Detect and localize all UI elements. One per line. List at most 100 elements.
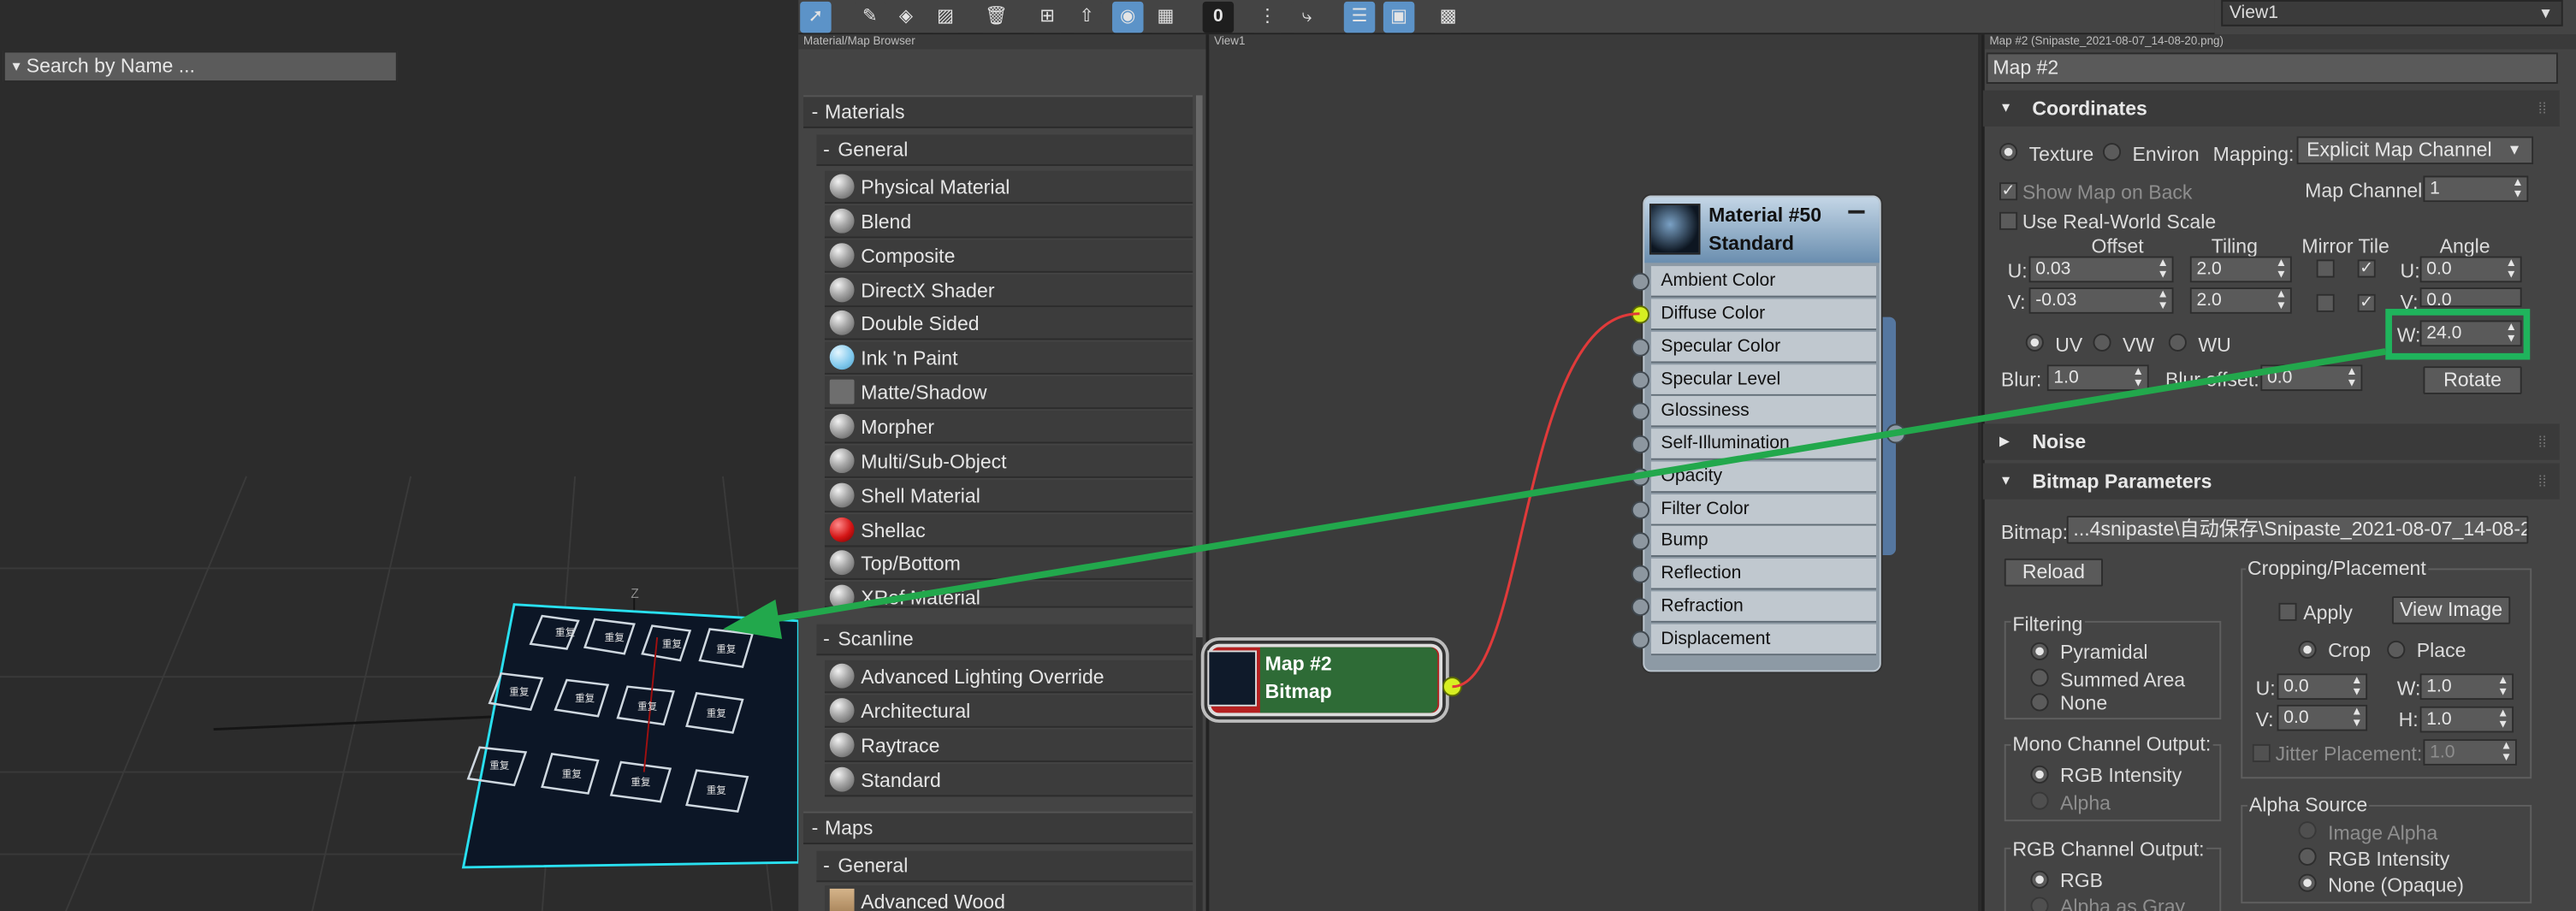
slot-displacement[interactable]: Displacement [1650, 624, 1876, 656]
list-item[interactable]: Ink 'n Paint [824, 341, 1193, 375]
slot-glossiness[interactable]: Glossiness [1650, 395, 1876, 428]
scrollbar-thumb[interactable] [1195, 95, 1203, 638]
background-icon[interactable]: ▦ [1150, 1, 1181, 33]
crop-h-spinner[interactable]: 1.0 ▲ ▼ [2419, 706, 2514, 733]
list-icon[interactable]: ☰ [1343, 1, 1376, 33]
spinner-arrows-icon[interactable]: ▲ ▼ [2133, 366, 2144, 389]
list-item[interactable]: Advanced Lighting Override [824, 660, 1193, 694]
alpha-as-gray-radio[interactable] [2030, 896, 2049, 911]
real-world-scale-checkbox[interactable] [1999, 211, 2018, 230]
list-item[interactable]: Standard [824, 763, 1193, 797]
output-socket[interactable] [1886, 423, 1906, 444]
slot-diffuse-color[interactable]: Diffuse Color [1650, 299, 1876, 330]
group-maps-general[interactable]: - General [816, 850, 1193, 883]
slot-specular-level[interactable]: Specular Level [1650, 364, 1876, 396]
jitter-checkbox[interactable] [2252, 743, 2271, 763]
list-item[interactable]: Double Sided [824, 307, 1193, 340]
rgb-intensity-radio[interactable] [2030, 765, 2049, 784]
input-socket[interactable] [1631, 435, 1649, 454]
category-materials[interactable]: - Materials [803, 95, 1193, 128]
none-radio[interactable] [2030, 693, 2049, 712]
input-socket[interactable] [1631, 338, 1649, 357]
input-socket[interactable] [1631, 370, 1649, 390]
blur-spinner[interactable]: 1.0 ▲ ▼ [2046, 364, 2149, 392]
list-item[interactable]: Morpher [824, 411, 1193, 444]
spinner-arrows-icon[interactable]: ▲ ▼ [2497, 708, 2508, 731]
u-angle-spinner[interactable]: 0.0 ▲ ▼ [2419, 256, 2522, 283]
crop-u-spinner[interactable]: 0.0 ▲ ▼ [2277, 673, 2368, 701]
slot-bump[interactable]: Bump [1650, 525, 1876, 557]
alpha-rgb-intensity-radio[interactable] [2298, 847, 2317, 866]
delete-icon[interactable]: 🗑 [980, 1, 1012, 33]
pick-material-icon[interactable]: ◈ [890, 1, 922, 33]
list-item[interactable]: Blend [824, 205, 1193, 239]
image-alpha-radio[interactable] [2298, 821, 2317, 840]
slot-reflection[interactable]: Reflection [1650, 558, 1876, 590]
view-image-button[interactable]: View Image [2391, 596, 2511, 624]
viewport[interactable]: Z 重复 重复 重复 重复 重复 重复 重复 重复 重复 重复 重复 重复 [0, 0, 799, 911]
apply-checkbox[interactable] [2278, 602, 2297, 621]
wu-radio[interactable] [2168, 333, 2187, 352]
input-socket[interactable] [1631, 532, 1649, 551]
spinner-arrows-icon[interactable]: ▲ ▼ [2351, 707, 2362, 730]
none-opaque-radio[interactable] [2298, 873, 2317, 892]
minimize-icon[interactable] [1848, 210, 1865, 214]
crop-radio[interactable] [2298, 640, 2317, 660]
bitmap-output-socket[interactable] [1442, 677, 1463, 697]
child-layout-icon[interactable]: ⤷ [1291, 1, 1323, 33]
rgb-radio[interactable] [2030, 870, 2049, 889]
list-item[interactable]: Raytrace [824, 729, 1193, 763]
category-maps[interactable]: - Maps [803, 811, 1193, 845]
pan-icon[interactable]: ▩ [1432, 1, 1464, 33]
spinner-arrows-icon[interactable]: ▲ ▼ [2497, 675, 2508, 698]
jitter-spinner[interactable]: 1.0 ▲ ▼ [2423, 739, 2517, 766]
u-tile-checkbox[interactable]: ✓ [2357, 259, 2376, 278]
layout-icon[interactable]: ⊞ [1031, 1, 1063, 33]
slot-opacity[interactable]: Opacity [1650, 461, 1876, 494]
rollout-bitmap-parameters[interactable]: ▼ Bitmap Parameters ⁞⁞ [1982, 463, 2560, 500]
digit-button[interactable]: 0 [1202, 1, 1235, 33]
list-item[interactable]: Architectural [824, 695, 1193, 728]
view-selector[interactable]: View1 ▼ [2221, 0, 2563, 27]
search-input[interactable]: ▼ Search by Name ... [3, 50, 398, 83]
group-scanline[interactable]: - Scanline [816, 624, 1193, 656]
v-mirror-checkbox[interactable] [2316, 293, 2335, 312]
layout-tree-icon[interactable]: ⋮ [1252, 1, 1283, 33]
spinner-arrows-icon[interactable]: ▲ ▼ [2501, 741, 2512, 764]
group-general[interactable]: - General [816, 134, 1193, 166]
u-tiling-spinner[interactable]: 2.0 ▲ ▼ [2189, 256, 2292, 283]
input-socket[interactable] [1631, 272, 1649, 291]
v-tile-checkbox[interactable]: ✓ [2357, 293, 2376, 312]
slot-filter-color[interactable]: Filter Color [1650, 494, 1876, 526]
show-map-on-back-checkbox[interactable]: ✓ [1999, 182, 2018, 201]
list-item[interactable]: Shellac [824, 514, 1193, 547]
summed-area-radio[interactable] [2030, 668, 2049, 687]
input-socket[interactable] [1631, 630, 1649, 649]
input-socket-connected[interactable] [1631, 305, 1649, 324]
spinner-arrows-icon[interactable]: ▲ ▼ [2506, 257, 2517, 281]
eyedropper-icon[interactable]: ✎ [854, 1, 886, 33]
spinner-arrows-icon[interactable]: ▲ ▼ [2157, 257, 2168, 281]
list-item[interactable]: Multi/Sub-Object [824, 445, 1193, 478]
reload-button[interactable]: Reload [2004, 558, 2103, 587]
slot-ambient-color[interactable]: Ambient Color [1650, 266, 1876, 298]
list-item[interactable]: Top/Bottom [824, 547, 1193, 580]
blur-offset-spinner[interactable]: 0.0 ▲ ▼ [2260, 364, 2363, 392]
spinner-arrows-icon[interactable]: ▲ ▼ [2157, 289, 2168, 312]
spinner-arrows-icon[interactable]: ▲ ▼ [2512, 177, 2523, 200]
spinner-arrows-icon[interactable]: ▲ ▼ [2276, 289, 2287, 312]
u-offset-spinner[interactable]: 0.03 ▲ ▼ [2028, 256, 2174, 283]
input-socket[interactable] [1631, 402, 1649, 421]
rollout-coordinates[interactable]: ▼ Coordinates ⁞⁞ [1982, 90, 2560, 127]
uv-radio[interactable] [2025, 333, 2044, 352]
mapping-dropdown[interactable]: Explicit Map Channel ▼ [2296, 136, 2534, 165]
list-item[interactable]: Composite [824, 240, 1193, 273]
alpha-radio[interactable] [2030, 791, 2049, 810]
list-item[interactable]: Matte/Shadow [824, 376, 1193, 410]
input-socket[interactable] [1631, 565, 1649, 583]
slot-specular-color[interactable]: Specular Color [1650, 331, 1876, 364]
list-item[interactable]: XRef Material [824, 581, 1193, 608]
bitmap-path-button[interactable]: ...4snipaste\自动保存\Snipaste_2021-08-07_14… [2066, 515, 2529, 544]
list-item[interactable]: DirectX Shader [824, 274, 1193, 308]
spinner-arrows-icon[interactable]: ▲ ▼ [2276, 257, 2287, 281]
